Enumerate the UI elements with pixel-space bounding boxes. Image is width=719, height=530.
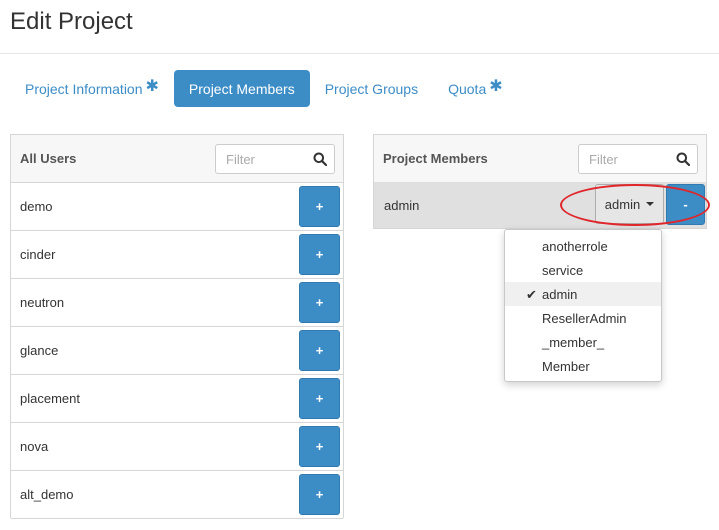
user-row: neutron + (11, 279, 343, 327)
user-name: demo (20, 199, 53, 214)
role-option-label: Member (542, 358, 590, 374)
add-user-button[interactable]: + (299, 234, 340, 275)
role-option-label: anotherrole (542, 238, 608, 254)
search-icon[interactable] (676, 152, 690, 166)
user-name: alt_demo (20, 487, 74, 502)
tab-label: Project Members (188, 80, 295, 97)
add-user-button[interactable]: + (299, 474, 340, 515)
all-users-heading: All Users (20, 151, 77, 166)
project-members-filter-input[interactable] (579, 146, 669, 172)
role-option[interactable]: _member_ (505, 330, 661, 354)
caret-down-icon (646, 202, 655, 206)
role-option-label: service (542, 262, 584, 278)
role-option[interactable]: service (505, 258, 661, 282)
user-name: neutron (20, 295, 65, 310)
tab-project-members[interactable]: Project Members (173, 70, 310, 107)
user-row: glance + (11, 327, 343, 375)
all-users-header: All Users (11, 135, 343, 183)
add-user-button[interactable]: + (299, 330, 340, 371)
required-icon: ✱ (145, 77, 159, 95)
add-user-button[interactable]: + (299, 186, 340, 227)
add-user-button[interactable]: + (299, 282, 340, 323)
user-row: demo + (11, 183, 343, 231)
project-members-heading: Project Members (383, 151, 488, 166)
add-user-button[interactable]: + (299, 426, 340, 467)
modal-title: Edit Project (10, 8, 133, 35)
role-option-label: ResellerAdmin (542, 310, 627, 326)
tab-project-groups[interactable]: Project Groups (310, 70, 433, 107)
role-option[interactable]: anotherrole (505, 234, 661, 258)
all-users-filter-input[interactable] (216, 146, 306, 172)
user-name: nova (20, 439, 49, 454)
remove-member-button[interactable]: - (666, 184, 705, 225)
all-users-filter (215, 144, 335, 174)
user-name: placement (20, 391, 80, 406)
project-members-panel: Project Members (373, 134, 707, 183)
project-members-filter (578, 144, 698, 174)
tab-label: Project Groups (324, 80, 419, 97)
tab-project-information[interactable]: Project Information ✱ (10, 70, 174, 107)
user-row: cinder + (11, 231, 343, 279)
tab-label: Project Information (25, 80, 143, 97)
member-row: admin admin - (373, 182, 707, 229)
role-option-label: _member_ (542, 334, 605, 350)
role-option-label: admin (542, 286, 578, 302)
add-user-button[interactable]: + (299, 378, 340, 419)
role-dropdown-toggle[interactable]: admin (595, 184, 664, 224)
search-icon[interactable] (313, 152, 327, 166)
role-option-selected[interactable]: ✔ admin (505, 282, 661, 306)
required-icon: ✱ (489, 77, 503, 95)
role-dropdown-menu: anotherrole service ✔ admin ResellerAdmi… (504, 229, 662, 382)
member-name: admin (384, 197, 420, 213)
all-users-panel: All Users demo + cinder + neutron + glan… (10, 134, 344, 519)
user-row: alt_demo + (11, 471, 343, 519)
user-row: placement + (11, 375, 343, 423)
user-row: nova + (11, 423, 343, 471)
role-option[interactable]: ResellerAdmin (505, 306, 661, 330)
role-label: admin (604, 196, 641, 212)
tab-label: Quota (448, 80, 487, 97)
role-option[interactable]: Member (505, 354, 661, 378)
checkmark-icon: ✔ (526, 287, 537, 302)
user-name: cinder (20, 247, 56, 262)
header-divider (0, 53, 719, 54)
wizard-tabs: Project Information ✱ Project Members Pr… (10, 70, 518, 107)
tab-quota[interactable]: Quota ✱ (433, 70, 518, 107)
user-name: glance (20, 343, 59, 358)
project-members-header: Project Members (374, 135, 706, 183)
